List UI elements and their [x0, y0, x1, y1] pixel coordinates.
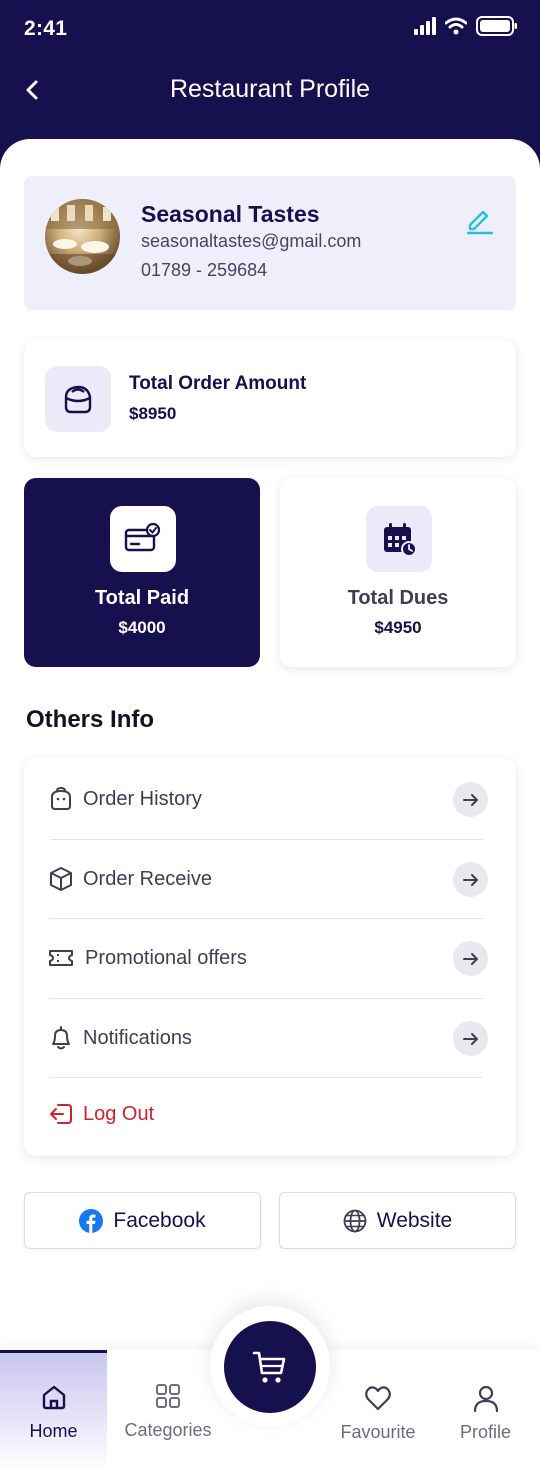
menu-item-label: Notifications	[83, 1027, 192, 1049]
grid-icon	[156, 1384, 180, 1408]
globe-icon	[343, 1209, 367, 1232]
logout-label: Log Out	[83, 1103, 155, 1125]
status-bar: 2:41	[0, 0, 540, 58]
arrow-right-icon[interactable]	[453, 862, 488, 897]
paid-icon-box	[110, 506, 176, 572]
logout-icon	[50, 1104, 72, 1124]
logout-button[interactable]: Log Out	[24, 1074, 516, 1154]
total-order-value: $8950	[129, 404, 177, 423]
ticket-icon	[49, 950, 73, 966]
restaurant-email: seasonaltastes@gmail.com	[141, 231, 362, 251]
cart-icon	[252, 1351, 286, 1383]
restaurant-name: Seasonal Tastes	[141, 201, 320, 227]
nav-profile[interactable]: Profile	[431, 1350, 540, 1470]
facebook-button[interactable]: Facebook	[24, 1192, 261, 1249]
battery-icon	[476, 16, 517, 36]
dues-icon-box	[366, 506, 432, 572]
edit-icon	[466, 210, 494, 235]
restaurant-phone: 01789 - 259684	[141, 260, 268, 280]
wifi-icon	[445, 17, 467, 35]
nav-home-label: Home	[29, 1421, 78, 1441]
total-paid-value: $4000	[118, 618, 166, 637]
total-dues-card[interactable]: Total Dues $4950	[280, 478, 516, 667]
total-dues-value: $4950	[374, 618, 422, 637]
nav-categories-label: Categories	[124, 1420, 212, 1440]
cart-button[interactable]	[224, 1321, 316, 1413]
user-icon	[473, 1385, 498, 1412]
nav-profile-label: Profile	[459, 1422, 512, 1442]
box-icon	[50, 867, 72, 891]
nav-favourite-label: Favourite	[340, 1422, 416, 1442]
website-label: Website	[376, 1208, 453, 1232]
status-icons	[414, 16, 518, 36]
menu-item-label: Order History	[83, 788, 202, 810]
restaurant-photo	[45, 199, 120, 274]
others-info-menu: Order History Order Receive Promotional …	[24, 758, 516, 1156]
wallet-check-icon	[124, 522, 161, 552]
status-time: 2:41	[24, 17, 68, 40]
avatar	[45, 199, 120, 274]
nav-favourite[interactable]: Favourite	[325, 1350, 431, 1470]
edit-profile-button[interactable]	[464, 204, 496, 236]
heart-icon	[365, 1386, 391, 1411]
facebook-label: Facebook	[113, 1208, 206, 1232]
total-order-card	[24, 340, 516, 457]
menu-item-promotional-offers[interactable]: Promotional offers	[24, 918, 516, 998]
page-title: Restaurant Profile	[169, 75, 371, 103]
facebook-icon	[79, 1208, 104, 1233]
top-bar: Restaurant Profile	[0, 58, 540, 122]
menu-item-notifications[interactable]: Notifications	[24, 998, 516, 1078]
others-info-title: Others Info	[26, 706, 155, 733]
calendar-clock-icon	[384, 523, 417, 557]
order-icon-box	[45, 366, 111, 432]
total-dues-label: Total Dues	[347, 587, 449, 609]
menu-item-label: Promotional offers	[85, 947, 247, 969]
menu-item-order-receive[interactable]: Order Receive	[24, 839, 516, 919]
shopping-bag-icon	[64, 385, 92, 414]
arrow-right-icon[interactable]	[453, 782, 488, 817]
total-paid-card[interactable]: Total Paid $4000	[24, 478, 260, 667]
website-button[interactable]: Website	[279, 1192, 516, 1249]
nav-home[interactable]: Home	[0, 1350, 107, 1470]
total-paid-label: Total Paid	[94, 587, 190, 609]
signal-icon	[414, 17, 436, 35]
bell-icon	[52, 1026, 70, 1050]
menu-item-label: Order Receive	[83, 868, 212, 890]
menu-item-order-history[interactable]: Order History	[24, 759, 516, 839]
shopping-bag-icon	[51, 786, 71, 810]
total-order-label: Total Order Amount	[129, 373, 307, 394]
arrow-right-icon[interactable]	[453, 1021, 488, 1056]
arrow-right-icon[interactable]	[453, 941, 488, 976]
home-icon	[42, 1385, 65, 1410]
